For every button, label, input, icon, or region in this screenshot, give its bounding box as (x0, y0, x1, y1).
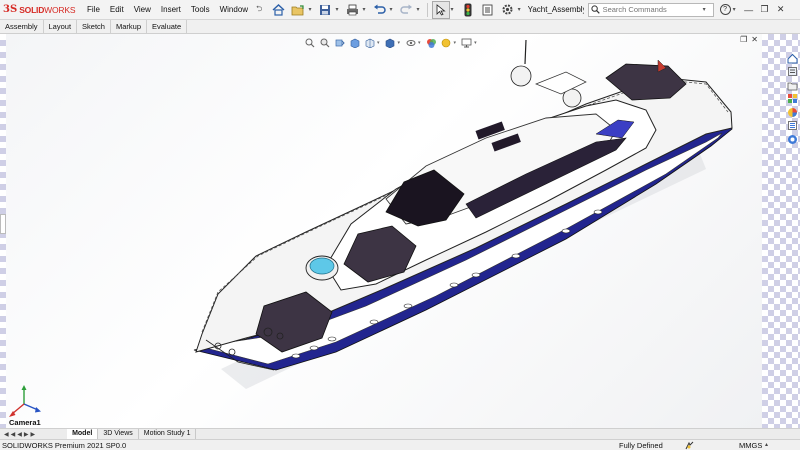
undo-dropdown-icon[interactable]: ▾ (390, 6, 393, 13)
redo-icon[interactable] (398, 1, 416, 19)
tab-layout[interactable]: Layout (44, 20, 78, 34)
open-dropdown-icon[interactable]: ▾ (308, 6, 311, 13)
open-icon[interactable] (289, 1, 307, 19)
appearances-icon[interactable] (786, 106, 798, 118)
tab-3d-views[interactable]: 3D Views (98, 429, 139, 439)
select-icon[interactable] (431, 0, 450, 19)
title-menu-bar: 3S SOLIDWORKS File Edit View Insert Tool… (0, 0, 800, 20)
solidworks-resources-icon[interactable] (786, 52, 798, 64)
print-dropdown-icon[interactable]: ▾ (363, 6, 366, 13)
search-dropdown-icon[interactable]: ▾ (703, 6, 706, 13)
definition-status-text: Fully Defined (619, 441, 663, 450)
options-icon[interactable] (499, 1, 517, 19)
save-dropdown-icon[interactable]: ▾ (335, 6, 338, 13)
menu-tools[interactable]: Tools (186, 0, 215, 20)
file-properties-icon[interactable] (479, 1, 497, 19)
unit-system-dropdown-icon[interactable]: ▴ (765, 441, 768, 448)
tab-sketch[interactable]: Sketch (77, 20, 111, 34)
design-library-icon[interactable] (786, 66, 798, 78)
custom-properties-icon[interactable] (786, 120, 798, 132)
rebuild-status-icon[interactable] (685, 441, 694, 452)
search-input[interactable] (602, 5, 703, 14)
graphics-area[interactable]: ▾ ▾ ▾ ▾ ▾ ❐ ✕ (6, 34, 762, 428)
command-manager-tabs: Assembly Layout Sketch Markup Evaluate (0, 20, 800, 34)
options-dropdown-icon[interactable]: ▾ (518, 6, 521, 13)
tab-motion-study-1[interactable]: Motion Study 1 (139, 429, 197, 439)
status-bar: SOLIDWORKS Premium 2021 SP0.0 Fully Defi… (0, 439, 800, 450)
ds-logo-mark: 3S (3, 4, 18, 15)
tab-evaluate[interactable]: Evaluate (147, 20, 188, 34)
radar-domes (510, 39, 587, 108)
menu-insert[interactable]: Insert (156, 0, 186, 20)
view-palette-icon[interactable] (786, 93, 798, 105)
undo-icon[interactable] (371, 1, 389, 19)
solidworks-logo[interactable]: 3S SOLIDWORKS (3, 0, 81, 20)
close-icon[interactable]: ✕ (774, 3, 788, 17)
yacht-model[interactable] (6, 34, 762, 428)
help-icon[interactable]: ? (719, 4, 731, 15)
menu-window[interactable]: Window (215, 0, 253, 20)
document-title: Yacht_Assembly... (527, 5, 584, 14)
menu-edit[interactable]: Edit (105, 0, 129, 20)
home-icon[interactable] (269, 1, 287, 19)
menu-file[interactable]: File (82, 0, 105, 20)
unit-system-text[interactable]: MMGS (739, 441, 762, 450)
pin-icon[interactable]: ⮌ (256, 3, 262, 17)
search-icon[interactable] (589, 5, 603, 14)
tab-markup[interactable]: Markup (111, 20, 147, 34)
bottom-tab-bar: ◀◀◀▶▶ Model 3D Views Motion Study 1 (0, 428, 800, 439)
toolbar-separator (426, 2, 428, 17)
product-version-text: SOLIDWORKS Premium 2021 SP0.0 (2, 441, 127, 450)
search-commands-box[interactable]: ▾ (587, 2, 714, 17)
task-pane (786, 52, 800, 147)
traffic-light-icon[interactable] (459, 1, 477, 19)
menu-view[interactable]: View (129, 0, 156, 20)
minimize-icon[interactable]: — (742, 3, 756, 17)
restore-icon[interactable]: ❐ (758, 3, 772, 17)
redo-dropdown-icon[interactable]: ▾ (417, 6, 420, 13)
tab-scroll-arrows-icon[interactable]: ◀◀◀▶▶ (4, 431, 37, 438)
select-dropdown-icon[interactable]: ▾ (451, 6, 454, 13)
file-explorer-icon[interactable] (786, 79, 798, 91)
print-icon[interactable] (344, 1, 362, 19)
camera-view-label: Camera1 (9, 418, 41, 427)
tab-assembly[interactable]: Assembly (0, 20, 44, 34)
tab-model[interactable]: Model (67, 429, 99, 439)
save-icon[interactable] (316, 1, 334, 19)
forum-icon[interactable] (786, 133, 798, 145)
help-dropdown-icon[interactable]: ▾ (733, 6, 736, 13)
